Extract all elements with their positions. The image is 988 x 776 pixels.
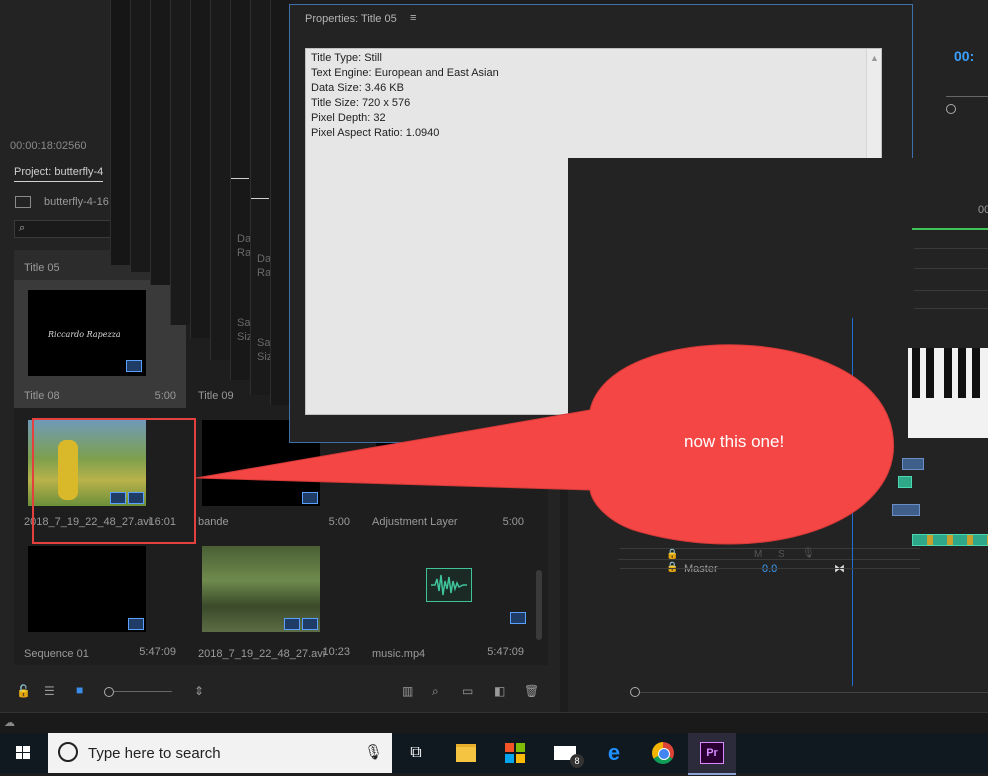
program-playhead-handle[interactable] — [946, 104, 956, 114]
panel-text: DaRa — [237, 233, 252, 259]
lock-icon[interactable]: 🔓 — [16, 684, 31, 698]
item-name: Title 08 — [24, 390, 60, 402]
premiere-pro-icon[interactable]: Pr — [688, 733, 736, 775]
thumb-caption: Riccardo Rapezza — [48, 330, 121, 339]
item-duration: 5:47:09 — [139, 646, 176, 658]
waveform-icon — [426, 568, 472, 602]
bin-item[interactable]: Riccardo Rapezza Title 08 5:00 — [14, 280, 186, 408]
ruler-label: 00 — [978, 204, 988, 216]
black-key — [958, 348, 966, 398]
item-thumbnail — [28, 546, 146, 632]
source-monitor: 00:00:18:02560 — [0, 0, 122, 158]
cortana-icon — [58, 742, 78, 762]
piano-keys-clip[interactable] — [908, 348, 988, 438]
list-view-icon[interactable]: ☰ — [44, 684, 55, 698]
chrome-icon[interactable] — [639, 733, 687, 773]
windows-logo-icon — [16, 746, 30, 759]
file-explorer-icon[interactable] — [442, 733, 490, 773]
program-scrub-bar[interactable] — [946, 96, 988, 97]
black-key — [944, 348, 952, 398]
program-monitor: 00: — [912, 0, 988, 158]
icon-view-icon[interactable]: ■ — [76, 683, 83, 697]
folder-icon — [15, 196, 31, 208]
project-tab[interactable]: Project: butterfly-4 — [14, 166, 104, 182]
fx-clip[interactable] — [912, 534, 988, 546]
mail-badge: 8 — [570, 754, 584, 768]
item-name: Sequence 01 — [24, 648, 89, 660]
black-key — [912, 348, 920, 398]
search-icon: ⌕ — [19, 222, 26, 234]
master-track-label: Master — [684, 563, 718, 575]
property-line: Pixel Aspect Ratio: 1.0940 — [311, 127, 440, 139]
microphone-icon[interactable]: 🎙 — [364, 743, 383, 761]
source-timecode: 00:00:18:02560 — [10, 140, 87, 152]
status-bar: ☁ — [0, 712, 988, 734]
hamburger-icon[interactable]: ≡ — [410, 12, 416, 24]
track-divider — [914, 290, 988, 291]
windows-taskbar: Type here to search 🎙 ⧉ 8 e Pr — [0, 733, 988, 775]
audio-badge-icon — [510, 612, 526, 624]
automate-icon[interactable]: ▥ — [402, 684, 413, 698]
start-button[interactable] — [0, 733, 46, 773]
item-name: music.mp4 — [372, 648, 426, 660]
callout-text: now this one! — [684, 432, 785, 451]
bin-item[interactable]: Sequence 01 5:47:09 — [14, 540, 186, 668]
bin-scrollbar[interactable] — [536, 570, 542, 640]
track-divider — [620, 568, 920, 569]
properties-title: Properties: Title 05 — [305, 13, 397, 25]
mail-icon[interactable]: 8 — [541, 733, 589, 773]
project-toolbar: 🔓 ☰ ■ ⇕ ▥ ⌕ ▭ ◧ 🗑 — [0, 678, 560, 708]
cloud-icon[interactable]: ☁ — [4, 716, 15, 729]
new-bin-icon[interactable]: ▭ — [462, 684, 473, 698]
properties-lines: Title Type: Still Text Engine: European … — [311, 51, 499, 141]
task-view-icon[interactable]: ⧉ — [392, 733, 440, 773]
master-volume-value[interactable]: 0.0 — [762, 563, 777, 575]
bin-item[interactable]: 2018_7_19_22_48_27.avi 10:23 — [188, 540, 360, 668]
search-placeholder: Type here to search — [88, 745, 221, 762]
item-duration: 10:23 — [322, 646, 350, 658]
black-key — [926, 348, 934, 398]
item-name: Title 05 — [24, 262, 60, 274]
edge-icon[interactable]: e — [590, 733, 638, 773]
zoom-slider-handle[interactable] — [104, 687, 114, 697]
item-name: 2018_7_19_22_48_27.avi — [198, 648, 326, 660]
item-duration: 5:47:09 — [487, 646, 524, 658]
sort-icon[interactable]: ⇕ — [194, 684, 204, 698]
premiere-label: Pr — [700, 742, 724, 764]
track-divider — [914, 268, 988, 269]
bin-item[interactable]: music.mp4 5:47:09 — [362, 540, 534, 668]
scroll-up-icon[interactable]: ▲ — [870, 53, 879, 63]
track-divider — [618, 559, 920, 560]
zoom-slider[interactable] — [108, 691, 172, 692]
property-line: Pixel Depth: 32 — [311, 112, 386, 124]
work-area-bar[interactable] — [912, 228, 988, 230]
black-key — [972, 348, 980, 398]
selection-highlight — [32, 418, 196, 544]
find-icon[interactable]: ⌕ — [432, 684, 439, 699]
panel-text: DaRa — [257, 253, 272, 279]
timeline-scrollbar[interactable] — [632, 692, 988, 693]
program-timecode: 00: — [954, 48, 975, 64]
store-icon[interactable] — [491, 733, 539, 773]
callout-annotation — [195, 344, 895, 545]
property-line: Title Size: 720 x 576 — [311, 97, 411, 109]
sequence-badge-icon — [128, 618, 144, 630]
item-thumbnail: Riccardo Rapezza — [28, 290, 146, 376]
track-divider — [914, 248, 988, 249]
timeline-scroll-handle[interactable] — [630, 687, 640, 697]
audio-badge-icon — [302, 618, 318, 630]
new-item-icon[interactable]: ◧ — [494, 684, 505, 698]
property-line: Text Engine: European and East Asian — [311, 67, 499, 79]
taskbar-search-box[interactable]: Type here to search 🎙 — [48, 733, 392, 773]
property-line: Data Size: 3.46 KB — [311, 82, 404, 94]
video-badge-icon — [284, 618, 300, 630]
still-badge-icon — [126, 360, 142, 372]
panel-line — [251, 198, 269, 199]
trash-icon[interactable]: 🗑 — [524, 684, 539, 698]
track-divider — [914, 308, 988, 309]
item-thumbnail — [202, 546, 320, 632]
panel-line — [231, 178, 249, 179]
project-path: butterfly-4-16 — [44, 196, 109, 208]
property-line: Title Type: Still — [311, 52, 382, 64]
